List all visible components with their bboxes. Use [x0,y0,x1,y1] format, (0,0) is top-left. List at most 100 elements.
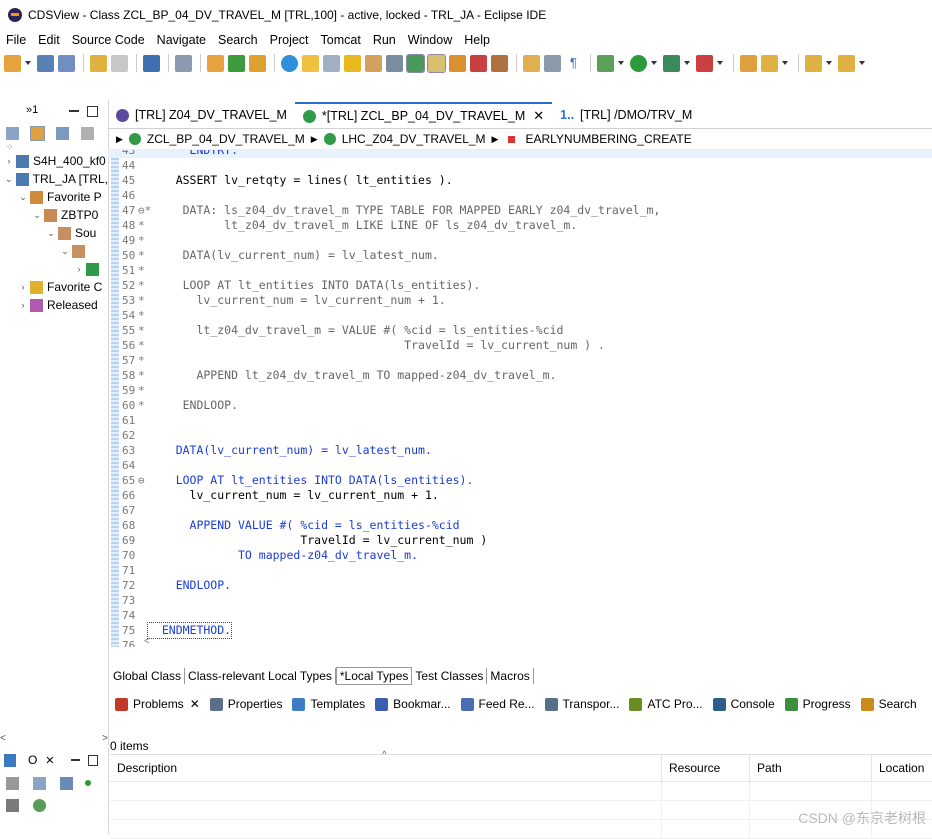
code-line[interactable]: 45 ASSERT lv_retqty = lines( lt_entities… [108,173,932,188]
code-line[interactable]: 48 * lt_z04_dv_travel_m LIKE LINE OF ls_z… [108,218,932,233]
outline-tab-label[interactable]: O [28,753,37,767]
collapse-all-icon[interactable] [6,126,19,140]
undo-icon[interactable] [90,54,107,72]
line-marker[interactable]: ⊖ [138,473,148,488]
source-tab-test-classes[interactable]: Test Classes [412,668,488,684]
code-line[interactable]: 59 * [108,383,932,398]
code-line[interactable]: 64 [108,458,932,473]
column-location[interactable]: Location [872,755,932,781]
link-with-editor-icon[interactable] [30,125,45,141]
tab-dmo-trv-m[interactable]: 1.. [TRL] /DMO/TRV_M [552,102,700,128]
previous-annotation-dropdown-icon[interactable] [859,61,865,65]
code-line[interactable]: 44 [108,158,932,173]
code-line[interactable]: 43 ENDTRY. [108,150,932,158]
tree-item[interactable]: ⌄ TRL_JA [TRL, [0,170,108,188]
scroll-left-icon[interactable]: < [0,733,6,744]
line-marker[interactable]: * [138,353,148,368]
source-tab-local-types[interactable]: *Local Types [335,667,413,685]
next-annotation-dropdown-icon[interactable] [826,61,832,65]
open-object-icon[interactable] [207,54,224,72]
bottom-tab-search[interactable]: Search [856,697,922,711]
column-path[interactable]: Path [750,755,872,781]
bottom-tab-feed-re[interactable]: Feed Re... [456,697,540,711]
wand-icon[interactable] [761,54,778,72]
bottom-tab-problems[interactable]: Problems ✕ [110,697,205,711]
bottom-tab-progress[interactable]: Progress [780,697,856,711]
tree-item[interactable]: ⌄ Favorite P [0,188,108,206]
code-line[interactable]: 57 * [108,353,932,368]
tab-zcl-bp-04-dv-travel-m[interactable]: *[TRL] ZCL_BP_04_DV_TRAVEL_M ✕ [294,102,553,128]
search-icon[interactable] [175,54,192,72]
chevron-right-icon[interactable]: › [18,282,28,292]
tree-item[interactable]: ⌄ [0,242,108,260]
outline-close-icon[interactable]: ✕ [45,754,54,767]
outline-maximize-icon[interactable] [87,754,98,766]
bottom-tab-console[interactable]: Console [708,697,780,711]
code-line[interactable]: 50 * DATA(lv_current_num) = lv_latest_num… [108,248,932,263]
code-line[interactable]: 53 * lv_current_num = lv_current_num + 1. [108,293,932,308]
redo-icon[interactable] [111,54,128,72]
source-tab-global-class[interactable]: Global Class [110,668,186,684]
bug-x-icon[interactable] [470,54,487,72]
tab-overflow-indicator[interactable]: 1.. [560,108,574,122]
tree-item[interactable]: ⌄ ZBTP0 [0,206,108,224]
sun-icon[interactable] [302,54,319,72]
bottom-tab-transpor[interactable]: Transpor... [540,697,625,711]
repository-icon[interactable] [365,54,382,72]
activate-icon[interactable] [249,54,266,72]
code-line[interactable]: 69 TravelId = lv_current_num ) [108,533,932,548]
code-line[interactable]: 65 ⊖ LOOP AT lt_entities INTO DATA(ls_ent… [108,473,932,488]
outline-collapse-icon[interactable] [33,776,46,790]
code-line[interactable]: 66 lv_current_num = lv_current_num + 1. [108,488,932,503]
code-line[interactable]: 75 ENDMETHOD. [108,622,932,639]
save-all-icon[interactable] [58,54,75,72]
line-marker[interactable]: * [138,248,148,263]
compare-icon[interactable] [523,54,540,72]
code-line[interactable]: 70 TO mapped-z04_dv_travel_m. [108,548,932,563]
code-line[interactable]: 60 * ENDLOOP. [108,398,932,413]
menu-window[interactable]: Window [402,33,458,47]
menu-tomcat[interactable]: Tomcat [315,33,367,47]
profile-dropdown-icon[interactable] [717,61,723,65]
breadcrumb-method[interactable]: EARLYNUMBERING_CREATE [525,132,691,146]
chevron-down-icon[interactable]: ⌄ [18,192,28,203]
line-marker[interactable]: * [138,323,148,338]
code-line[interactable]: 52 * LOOP AT lt_entities INTO DATA(ls_ent… [108,278,932,293]
bottom-tab-bookmar[interactable]: Bookmar... [370,697,455,711]
view-menu-icon[interactable] [81,126,94,140]
code-line[interactable]: 74 [108,608,932,623]
line-marker[interactable]: * [138,383,148,398]
view-overflow-indicator[interactable]: »1 [26,104,38,116]
code-line[interactable]: 62 [108,428,932,443]
code-line[interactable]: 47 ⊖* DATA: ls_z04_dv_travel_m TYPE TABLE… [108,203,932,218]
bug-icon[interactable] [491,54,508,72]
tree-item[interactable]: › Favorite C [0,278,108,296]
scroll-right-icon[interactable]: > [102,733,108,744]
bottom-tab-atc-pro[interactable]: ATC Pro... [624,697,707,711]
code-line[interactable]: 58 * APPEND lt_z04_dv_travel_m TO mapped-… [108,368,932,383]
tree-item[interactable]: › Released [0,296,108,314]
chevron-right-icon[interactable]: › [18,300,28,310]
breadcrumb-local-class[interactable]: LHC_Z04_DV_TRAVEL_M [342,132,486,146]
line-marker[interactable]: ⊖* [138,203,151,218]
line-marker[interactable]: * [138,368,148,383]
breadcrumb-class[interactable]: ZCL_BP_04_DV_TRAVEL_M [147,132,305,146]
menu-run[interactable]: Run [367,33,402,47]
wand-dropdown-icon[interactable] [782,61,788,65]
line-marker[interactable]: * [138,308,148,323]
line-marker[interactable]: * [138,263,148,278]
menu-edit[interactable]: Edit [32,33,66,47]
chevron-down-icon[interactable]: ⌄ [46,228,56,239]
pilcrow-icon[interactable]: ¶ [565,54,582,72]
next-annotation-icon[interactable] [805,54,822,72]
code-line[interactable]: 49 * [108,233,932,248]
menu-source-code[interactable]: Source Code [66,33,151,47]
chevron-down-icon[interactable]: ⌄ [32,210,42,221]
outline-minimize-icon[interactable] [70,759,80,761]
new-icon[interactable] [4,54,21,72]
code-line[interactable]: 54 * [108,308,932,323]
node-icon[interactable] [323,54,340,72]
highlight-icon[interactable] [427,53,446,73]
run-icon[interactable] [630,54,647,72]
maximize-icon[interactable] [87,105,98,117]
